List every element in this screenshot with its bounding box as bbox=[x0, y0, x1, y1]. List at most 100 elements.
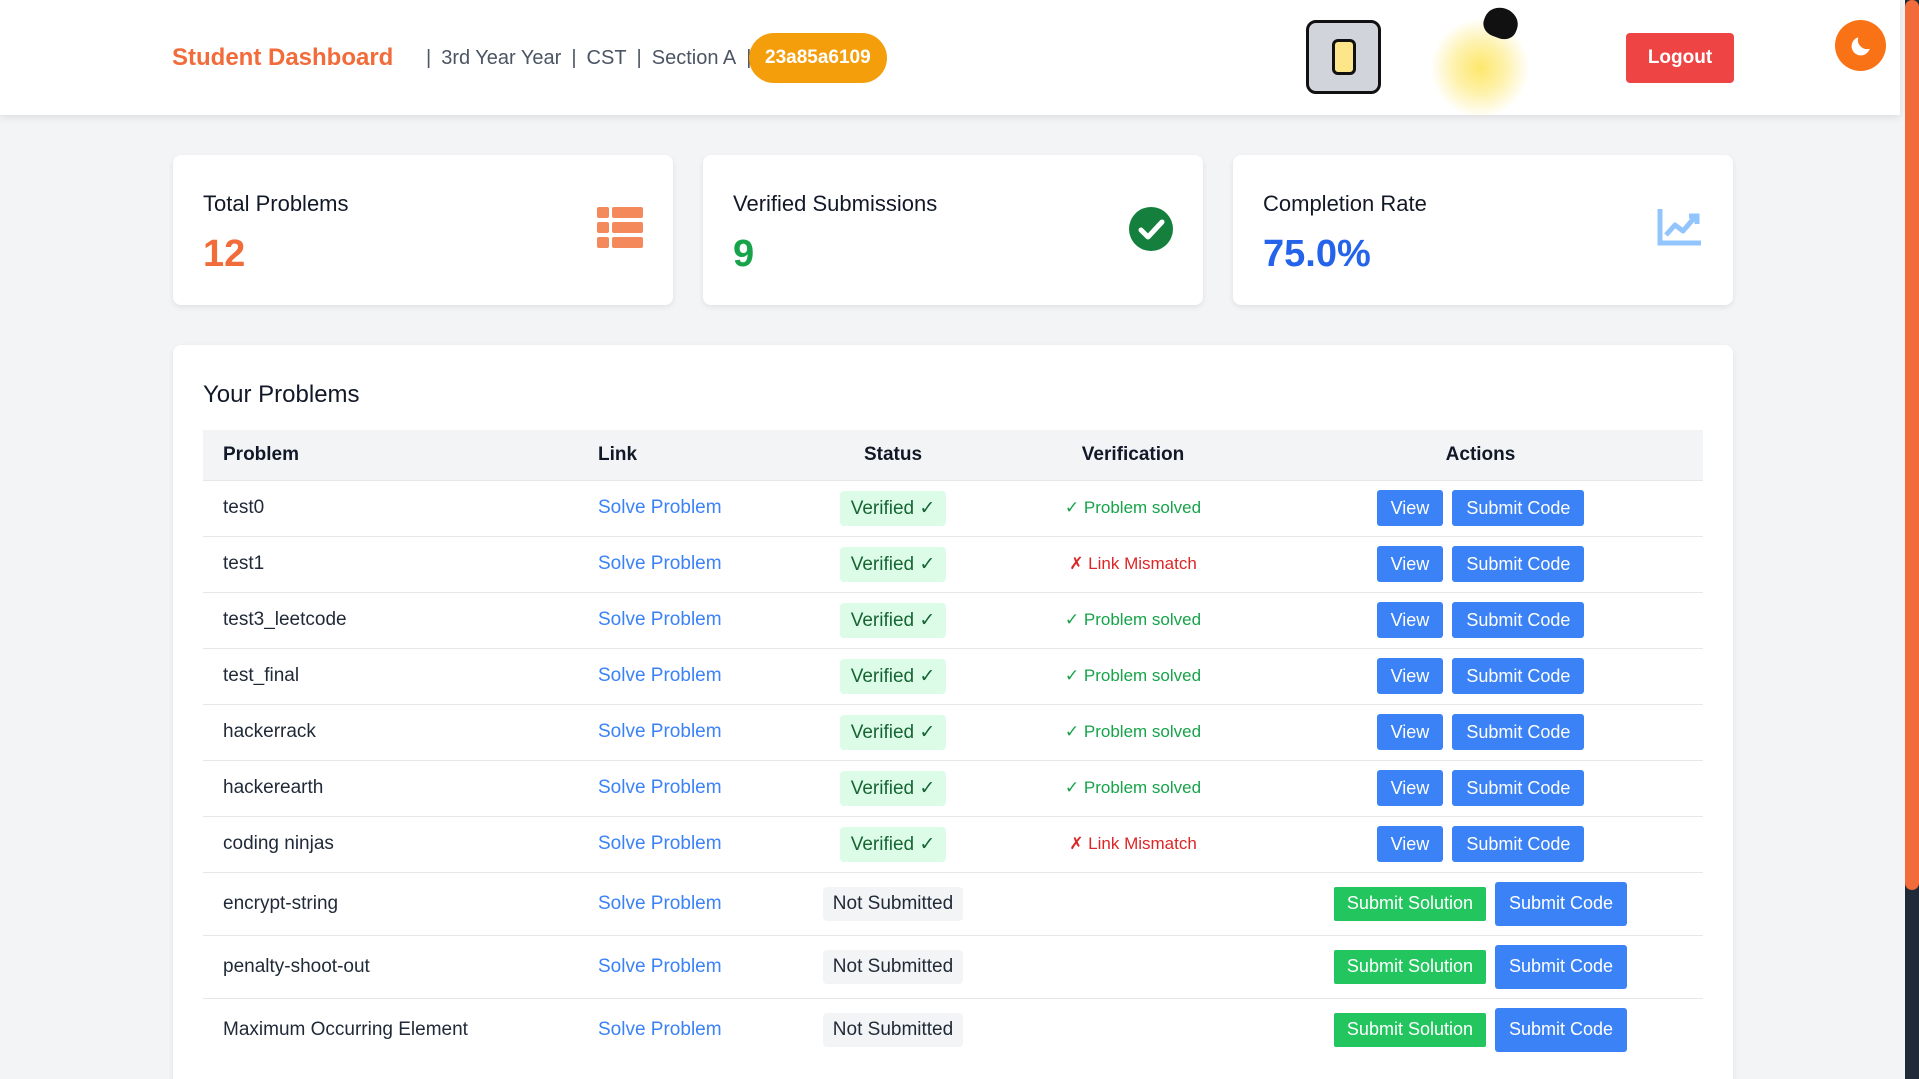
view-button[interactable]: View bbox=[1376, 770, 1444, 806]
solve-problem-link[interactable]: Solve Problem bbox=[598, 553, 722, 574]
submit-code-button[interactable]: Submit Code bbox=[1452, 490, 1585, 526]
row-actions: View Submit Code bbox=[1278, 770, 1683, 806]
separator: | bbox=[636, 47, 642, 69]
top-navbar: Student Dashboard | 3rd Year Year | CST … bbox=[0, 0, 1900, 118]
problem-name: hackerrack bbox=[203, 703, 578, 760]
view-button[interactable]: View bbox=[1376, 658, 1444, 694]
status-badge: Not Submitted bbox=[822, 886, 964, 921]
solve-problem-link[interactable]: Solve Problem bbox=[598, 721, 722, 742]
problem-name: hackerearth bbox=[203, 759, 578, 816]
problem-name: Maximum Occurring Element bbox=[203, 997, 578, 1061]
verification-text: ✓ Problem solved bbox=[1064, 610, 1202, 629]
separator: | bbox=[571, 47, 577, 69]
status-badge: Not Submitted bbox=[822, 949, 964, 984]
submit-code-button[interactable]: Submit Code bbox=[1495, 1007, 1628, 1052]
solve-problem-link[interactable]: Solve Problem bbox=[598, 609, 722, 630]
logout-button[interactable]: Logout bbox=[1626, 33, 1734, 83]
stat-card-completion: Completion Rate 75.0% bbox=[1233, 155, 1733, 305]
status-badge: Verified ✓ bbox=[839, 490, 947, 526]
problem-name: test3_leetcode bbox=[203, 591, 578, 648]
verification-text: ✓ Problem solved bbox=[1064, 666, 1202, 685]
solve-problem-link[interactable]: Solve Problem bbox=[598, 497, 722, 518]
submit-code-button[interactable]: Submit Code bbox=[1452, 714, 1585, 750]
solve-problem-link[interactable]: Solve Problem bbox=[598, 1019, 722, 1040]
view-button[interactable]: View bbox=[1376, 546, 1444, 582]
row-actions: Submit Solution Submit Code bbox=[1278, 881, 1683, 926]
row-actions: View Submit Code bbox=[1278, 602, 1683, 638]
submit-code-button[interactable]: Submit Code bbox=[1495, 881, 1628, 926]
verification-text: ✗ Link Mismatch bbox=[1069, 554, 1197, 573]
row-actions: Submit Solution Submit Code bbox=[1278, 944, 1683, 989]
submit-code-button[interactable]: Submit Code bbox=[1452, 546, 1585, 582]
solve-problem-link[interactable]: Solve Problem bbox=[598, 665, 722, 686]
stat-label: Verified Submissions bbox=[733, 191, 938, 216]
stat-card-verified: Verified Submissions 9 bbox=[703, 155, 1203, 305]
status-badge: Verified ✓ bbox=[839, 546, 947, 582]
table-row: test_final Solve Problem Verified ✓ ✓ Probl… bbox=[203, 647, 1703, 704]
submit-solution-button[interactable]: Submit Solution bbox=[1333, 1012, 1486, 1047]
row-actions: Submit Solution Submit Code bbox=[1278, 1007, 1683, 1052]
view-button[interactable]: View bbox=[1376, 714, 1444, 750]
status-badge: Verified ✓ bbox=[839, 602, 947, 638]
problem-name: coding ninjas bbox=[203, 815, 578, 872]
row-actions: View Submit Code bbox=[1278, 714, 1683, 750]
submit-solution-button[interactable]: Submit Solution bbox=[1333, 886, 1486, 921]
stat-card-total-problems: Total Problems 12 bbox=[173, 155, 673, 305]
table-row: test1 Solve Problem Verified ✓ ✗ Link Misma… bbox=[203, 535, 1703, 592]
separator: | bbox=[426, 47, 432, 69]
verification-text: ✓ Problem solved bbox=[1064, 722, 1202, 741]
row-actions: View Submit Code bbox=[1278, 658, 1683, 694]
table-row: test3_leetcode Solve Problem Verified ✓ ✓ P… bbox=[203, 591, 1703, 648]
stat-value: 75.0% bbox=[1263, 233, 1371, 275]
stat-value: 12 bbox=[203, 233, 246, 275]
check-circle-icon bbox=[1129, 207, 1173, 256]
view-button[interactable]: View bbox=[1376, 826, 1444, 862]
submit-code-button[interactable]: Submit Code bbox=[1452, 770, 1585, 806]
submit-code-button[interactable]: Submit Code bbox=[1452, 658, 1585, 694]
verification-text: ✓ Problem solved bbox=[1064, 778, 1202, 797]
problems-table: Problem Link Status Verification Actions… bbox=[203, 430, 1703, 1061]
status-badge: Verified ✓ bbox=[839, 826, 947, 862]
solve-problem-link[interactable]: Solve Problem bbox=[598, 777, 722, 798]
moon-icon bbox=[1851, 36, 1870, 55]
student-meta: | 3rd Year Year | CST | Section A | bbox=[426, 47, 751, 70]
col-header-verification: Verification bbox=[1081, 443, 1185, 465]
status-badge: Verified ✓ bbox=[839, 770, 947, 806]
problem-name: test_final bbox=[203, 647, 578, 704]
submit-solution-button[interactable]: Submit Solution bbox=[1333, 949, 1486, 984]
problem-name: encrypt-string bbox=[203, 871, 578, 935]
section-label: Section A bbox=[651, 47, 737, 69]
roll-number-badge: 23a85a6109 bbox=[749, 33, 887, 83]
col-header-status: Status bbox=[863, 443, 923, 465]
problem-name: test1 bbox=[203, 535, 578, 592]
solve-problem-link[interactable]: Solve Problem bbox=[598, 833, 722, 854]
verification-text: ✓ Problem solved bbox=[1064, 498, 1202, 517]
verification-text: ✗ Link Mismatch bbox=[1069, 834, 1197, 853]
table-row: Maximum Occurring Element Solve Problem No… bbox=[203, 997, 1703, 1061]
scrollbar-thumb[interactable] bbox=[1905, 0, 1919, 890]
view-button[interactable]: View bbox=[1376, 602, 1444, 638]
submit-code-button[interactable]: Submit Code bbox=[1452, 826, 1585, 862]
submit-code-button[interactable]: Submit Code bbox=[1495, 944, 1628, 989]
table-row: encrypt-string Solve Problem Not Submitted… bbox=[203, 871, 1703, 935]
row-actions: View Submit Code bbox=[1278, 546, 1683, 582]
theme-toggle-button[interactable] bbox=[1835, 20, 1886, 71]
chart-line-icon bbox=[1657, 207, 1703, 252]
row-actions: View Submit Code bbox=[1278, 490, 1683, 526]
problem-name: test0 bbox=[203, 479, 578, 536]
branch-label: CST bbox=[586, 47, 627, 69]
col-header-link: Link bbox=[598, 443, 638, 465]
year-label: 3rd Year Year bbox=[441, 47, 562, 69]
stat-label: Completion Rate bbox=[1263, 191, 1427, 216]
submit-code-button[interactable]: Submit Code bbox=[1452, 602, 1585, 638]
col-header-actions: Actions bbox=[1445, 443, 1516, 465]
table-row: coding ninjas Solve Problem Verified ✓ ✗ Li… bbox=[203, 815, 1703, 872]
mobile-view-button[interactable] bbox=[1306, 20, 1381, 94]
table-row: hackerrack Solve Problem Verified ✓ ✓ Probl… bbox=[203, 703, 1703, 760]
solve-problem-link[interactable]: Solve Problem bbox=[598, 956, 722, 977]
solve-problem-link[interactable]: Solve Problem bbox=[598, 893, 722, 914]
scrollbar[interactable] bbox=[1905, 0, 1919, 1079]
problem-name: penalty-shoot-out bbox=[203, 934, 578, 998]
view-button[interactable]: View bbox=[1376, 490, 1444, 526]
panel-title: Your Problems bbox=[203, 381, 360, 408]
